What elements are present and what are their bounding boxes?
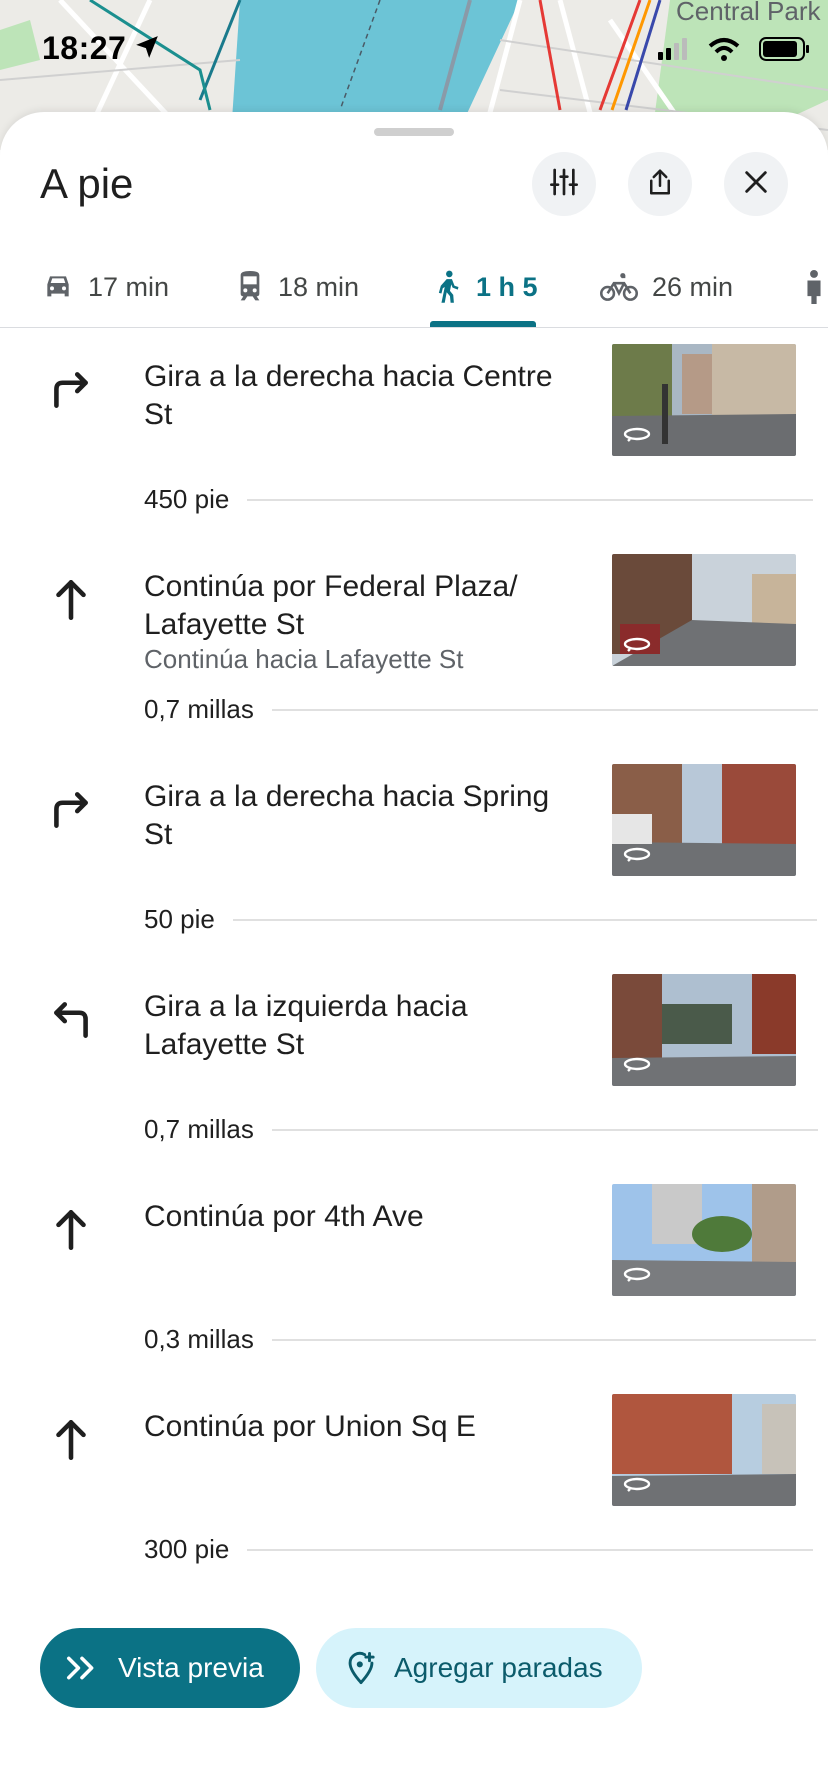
step-distance: 0,7 millas <box>144 694 818 725</box>
step-distance-label: 0,7 millas <box>144 694 254 724</box>
direction-step[interactable]: Gira a la derecha hacia Centre St 450 pi… <box>0 344 828 554</box>
street-view-thumbnail[interactable] <box>612 344 796 456</box>
tab-walk-label: 1 h 5 <box>476 271 538 302</box>
tab-car[interactable]: 17 min <box>42 246 169 328</box>
double-chevron-icon <box>64 1653 100 1683</box>
add-stops-button[interactable]: Agregar paradas <box>316 1628 642 1708</box>
tab-bike-label: 26 min <box>652 271 734 302</box>
close-icon <box>742 168 770 201</box>
car-icon <box>42 272 74 302</box>
bicycle-icon <box>600 271 638 303</box>
tab-active-indicator <box>430 321 536 327</box>
tab-transit[interactable]: 18 min <box>236 246 359 328</box>
tab-car-label: 17 min <box>88 271 170 302</box>
street-view-icon <box>622 1475 652 1498</box>
battery-icon <box>759 37 809 61</box>
step-distance: 0,3 millas <box>144 1324 816 1355</box>
street-view-icon <box>622 845 652 868</box>
turn-left-icon <box>46 994 96 1044</box>
preview-button-label: Vista previa <box>118 1652 264 1683</box>
straight-arrow-icon <box>46 1414 96 1464</box>
share-button[interactable] <box>628 152 692 216</box>
location-arrow-icon <box>134 34 160 65</box>
divider <box>271 1338 816 1341</box>
step-instruction: Gira a la izquierda hacia Lafayette St <box>144 990 468 1061</box>
options-button[interactable] <box>532 152 596 216</box>
sheet-grabber[interactable] <box>374 128 454 136</box>
step-distance-label: 0,3 millas <box>144 1324 254 1354</box>
step-instruction: Continúa por Union Sq E <box>144 1410 476 1443</box>
directions-sheet: A pie 17 min 18 min 1 h 5 26 min Gira a … <box>0 112 828 1792</box>
step-distance: 450 pie <box>144 484 814 515</box>
status-bar: 18:27 <box>0 0 828 100</box>
step-distance-label: 0,7 millas <box>144 1114 254 1144</box>
step-distance-label: 50 pie <box>144 904 215 934</box>
street-view-thumbnail[interactable] <box>612 554 796 666</box>
status-time: 18:27 <box>42 30 127 66</box>
step-instruction: Gira a la derecha hacia Centre St <box>144 360 553 431</box>
divider <box>271 1128 818 1131</box>
add-stops-button-label: Agregar paradas <box>394 1652 603 1683</box>
tab-transit-label: 18 min <box>278 271 360 302</box>
street-view-icon <box>622 1055 652 1078</box>
step-distance-label: 300 pie <box>144 1534 230 1564</box>
direction-step[interactable]: Continúa por 4th Ave 0,3 millas <box>0 1184 828 1394</box>
turn-right-icon <box>46 364 96 414</box>
close-button[interactable] <box>724 152 788 216</box>
train-icon <box>236 271 264 303</box>
add-location-icon <box>346 1651 376 1685</box>
options-icon <box>548 166 580 203</box>
status-icons <box>648 34 828 64</box>
signal-icon <box>658 38 687 60</box>
step-distance: 0,7 millas <box>144 1114 818 1145</box>
divider <box>247 498 814 501</box>
turn-right-icon <box>46 784 96 834</box>
street-view-thumbnail[interactable] <box>612 1184 796 1296</box>
divider <box>247 1548 814 1551</box>
step-instruction: Continúa por 4th Ave <box>144 1200 424 1233</box>
street-view-icon <box>622 635 652 658</box>
street-view-thumbnail[interactable] <box>612 764 796 876</box>
step-distance: 300 pie <box>144 1534 814 1565</box>
straight-arrow-icon <box>46 1204 96 1254</box>
walking-icon <box>434 270 462 304</box>
preview-button[interactable]: Vista previa <box>40 1628 300 1708</box>
wifi-icon <box>708 38 740 61</box>
step-detail: Continúa hacia Lafayette St <box>144 644 464 674</box>
street-view-icon <box>622 425 652 448</box>
tab-ride[interactable] <box>800 246 828 328</box>
step-instruction: Continúa por Federal Plaza/ Lafayette St <box>144 570 518 641</box>
step-distance-label: 450 pie <box>144 484 230 514</box>
direction-step[interactable]: Continúa por Federal Plaza/ Lafayette St… <box>0 554 828 764</box>
travel-mode-tabs: 17 min 18 min 1 h 5 26 min <box>0 246 828 328</box>
direction-step[interactable]: Gira a la izquierda hacia Lafayette St 0… <box>0 974 828 1184</box>
share-icon <box>645 167 675 202</box>
person-icon <box>800 270 828 304</box>
step-distance: 50 pie <box>144 904 817 935</box>
divider <box>232 918 817 921</box>
step-instruction: Gira a la derecha hacia Spring St <box>144 780 550 851</box>
page-title: A pie <box>40 160 134 207</box>
divider <box>271 708 818 711</box>
direction-step[interactable]: Continúa por Union Sq E 300 pie <box>0 1394 828 1604</box>
straight-arrow-icon <box>46 574 96 624</box>
street-view-thumbnail[interactable] <box>612 974 796 1086</box>
street-view-icon <box>622 1265 652 1288</box>
direction-step[interactable]: Gira a la derecha hacia Spring St 50 pie <box>0 764 828 974</box>
tab-walk[interactable]: 1 h 5 <box>434 246 538 328</box>
street-view-thumbnail[interactable] <box>612 1394 796 1506</box>
tab-bike[interactable]: 26 min <box>600 246 733 328</box>
